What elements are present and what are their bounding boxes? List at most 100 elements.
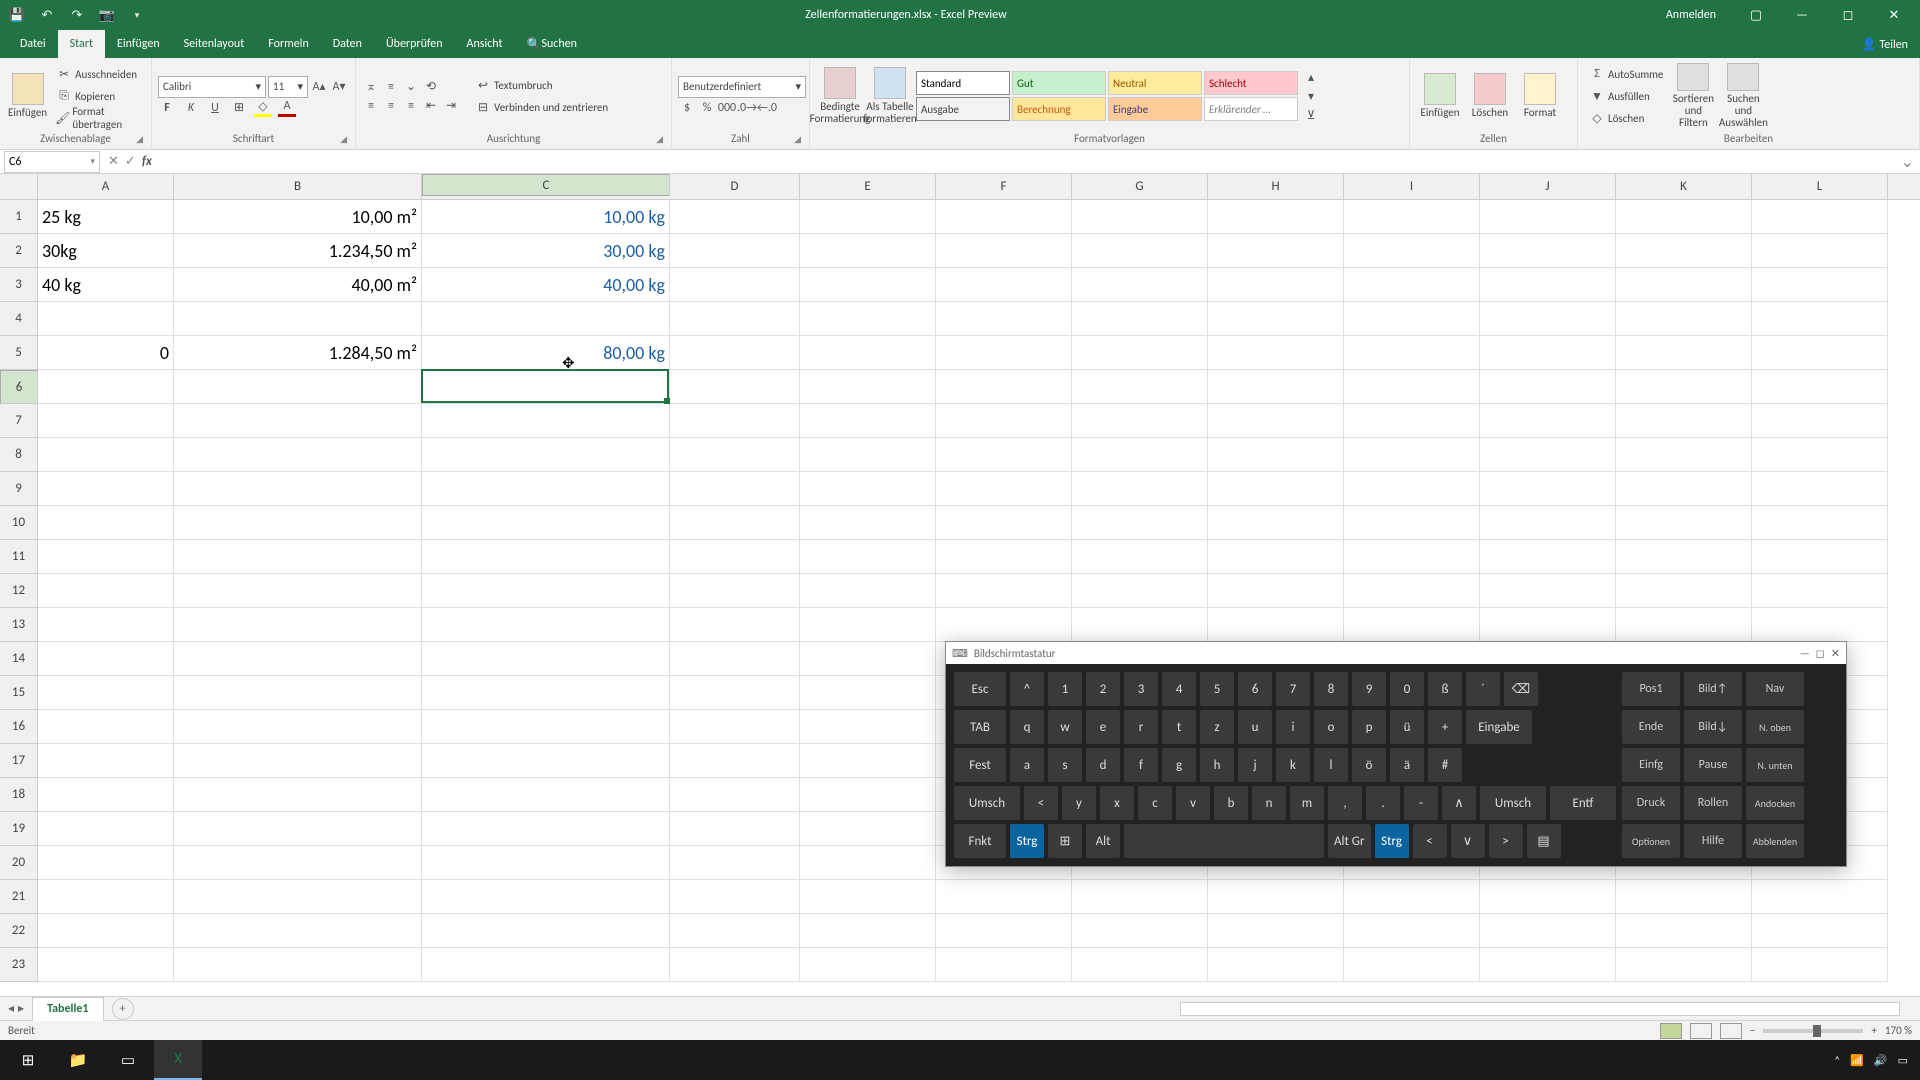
cell[interactable]: [936, 608, 1072, 642]
cell[interactable]: [670, 540, 800, 574]
cell[interactable]: [1480, 370, 1616, 404]
cell[interactable]: [670, 914, 800, 948]
cell[interactable]: [1072, 234, 1208, 268]
column-header[interactable]: E: [800, 174, 936, 199]
cell[interactable]: [936, 914, 1072, 948]
cell[interactable]: [670, 438, 800, 472]
row-header[interactable]: 1: [0, 200, 38, 234]
osk-side-key[interactable]: Hilfe: [1684, 824, 1742, 858]
dialog-launcher-icon[interactable]: ◢: [340, 134, 347, 145]
spreadsheet-grid[interactable]: ABCDEFGHIJKL 123456789101112131415161718…: [0, 174, 1920, 996]
osk-key[interactable]: Fnkt: [954, 824, 1006, 858]
increase-decimal-icon[interactable]: .0→: [738, 99, 756, 117]
cell[interactable]: [1344, 914, 1480, 948]
cell[interactable]: [1208, 336, 1344, 370]
osk-key[interactable]: t: [1162, 710, 1196, 744]
paste-button[interactable]: Einfügen: [6, 61, 49, 131]
taskbar-app-excel[interactable]: X: [154, 1040, 202, 1080]
osk-maximize-icon[interactable]: ◻: [1816, 647, 1825, 660]
cell[interactable]: [422, 880, 670, 914]
cell[interactable]: [670, 812, 800, 846]
increase-font-icon[interactable]: A▴: [310, 78, 328, 96]
osk-key[interactable]: h: [1200, 748, 1234, 782]
osk-side-key[interactable]: Pos1: [1622, 672, 1680, 706]
osk-side-key[interactable]: Bild↓: [1684, 710, 1742, 744]
cell[interactable]: [174, 778, 422, 812]
cell[interactable]: [800, 336, 936, 370]
cell[interactable]: [1480, 608, 1616, 642]
cell[interactable]: 30kg: [38, 234, 174, 268]
osk-key[interactable]: ▤: [1527, 824, 1561, 858]
percent-icon[interactable]: %: [698, 99, 716, 117]
zoom-slider[interactable]: [1763, 1029, 1863, 1033]
enter-formula-icon[interactable]: ✓: [125, 154, 136, 169]
row-header[interactable]: 10: [0, 506, 38, 540]
column-header[interactable]: K: [1616, 174, 1752, 199]
cell[interactable]: [800, 676, 936, 710]
cell[interactable]: [38, 438, 174, 472]
delete-cells-button[interactable]: Löschen: [1466, 61, 1514, 131]
cell[interactable]: [1616, 472, 1752, 506]
decrease-font-icon[interactable]: A▾: [330, 78, 348, 96]
insert-cells-button[interactable]: Einfügen: [1416, 61, 1464, 131]
cell[interactable]: [1616, 540, 1752, 574]
osk-key[interactable]: Strg: [1375, 824, 1409, 858]
cell[interactable]: [38, 778, 174, 812]
cell[interactable]: [1480, 472, 1616, 506]
cell[interactable]: [800, 506, 936, 540]
cell[interactable]: [1344, 438, 1480, 472]
cell-style-option[interactable]: Standard: [916, 71, 1010, 95]
row-header[interactable]: 20: [0, 846, 38, 880]
row-header[interactable]: 2: [0, 234, 38, 268]
cell[interactable]: [1208, 438, 1344, 472]
ribbon-tab-suchen[interactable]: 🔍 Suchen: [515, 30, 589, 58]
cell[interactable]: [1616, 574, 1752, 608]
cell[interactable]: [1344, 880, 1480, 914]
cell[interactable]: [174, 438, 422, 472]
wrap-text-button[interactable]: ↩Textumbruch: [470, 75, 612, 96]
cell[interactable]: [38, 540, 174, 574]
row-header[interactable]: 16: [0, 710, 38, 744]
fill-color-icon[interactable]: ◇: [254, 99, 272, 117]
cell[interactable]: [1752, 574, 1888, 608]
cell[interactable]: [174, 608, 422, 642]
close-icon[interactable]: ✕: [1874, 0, 1914, 30]
osk-key[interactable]: #: [1428, 748, 1462, 782]
maximize-icon[interactable]: ◻: [1828, 0, 1868, 30]
copy-button[interactable]: ⎘Kopieren: [51, 86, 145, 107]
cell[interactable]: [1480, 404, 1616, 438]
cell[interactable]: [1752, 914, 1888, 948]
row-header[interactable]: 17: [0, 744, 38, 778]
row-header[interactable]: 18: [0, 778, 38, 812]
cell[interactable]: 40,00 m²: [174, 268, 422, 302]
cell[interactable]: [670, 370, 800, 404]
osk-key[interactable]: Umsch: [954, 786, 1020, 820]
osk-key[interactable]: l: [1314, 748, 1348, 782]
osk-key[interactable]: ∧: [1442, 786, 1476, 820]
increase-indent-icon[interactable]: ⇥: [442, 97, 460, 115]
osk-key[interactable]: r: [1124, 710, 1158, 744]
cell[interactable]: [1344, 574, 1480, 608]
currency-icon[interactable]: $: [678, 99, 696, 117]
cell[interactable]: [1208, 506, 1344, 540]
cell[interactable]: [1480, 200, 1616, 234]
cell[interactable]: [174, 472, 422, 506]
cell[interactable]: [1616, 914, 1752, 948]
cell[interactable]: [670, 948, 800, 982]
clear-button[interactable]: ◇Löschen: [1584, 108, 1667, 129]
cell[interactable]: [1616, 370, 1752, 404]
tray-notifications-icon[interactable]: ▭: [1898, 1054, 1908, 1067]
ribbon-tab-datei[interactable]: Datei: [8, 30, 58, 58]
share-button[interactable]: 👤 Teilen: [1850, 30, 1920, 58]
cell[interactable]: 0: [38, 336, 174, 370]
cell[interactable]: [670, 574, 800, 608]
align-middle-icon[interactable]: ≡: [382, 78, 400, 96]
cell[interactable]: [1616, 948, 1752, 982]
osk-key[interactable]: u: [1238, 710, 1272, 744]
osk-key[interactable]: 1: [1048, 672, 1082, 706]
taskbar-app-generic[interactable]: ▭: [104, 1040, 152, 1080]
cell[interactable]: [1072, 370, 1208, 404]
cell[interactable]: [936, 948, 1072, 982]
align-bottom-icon[interactable]: ⌄: [402, 78, 420, 96]
osk-key[interactable]: 8: [1314, 672, 1348, 706]
